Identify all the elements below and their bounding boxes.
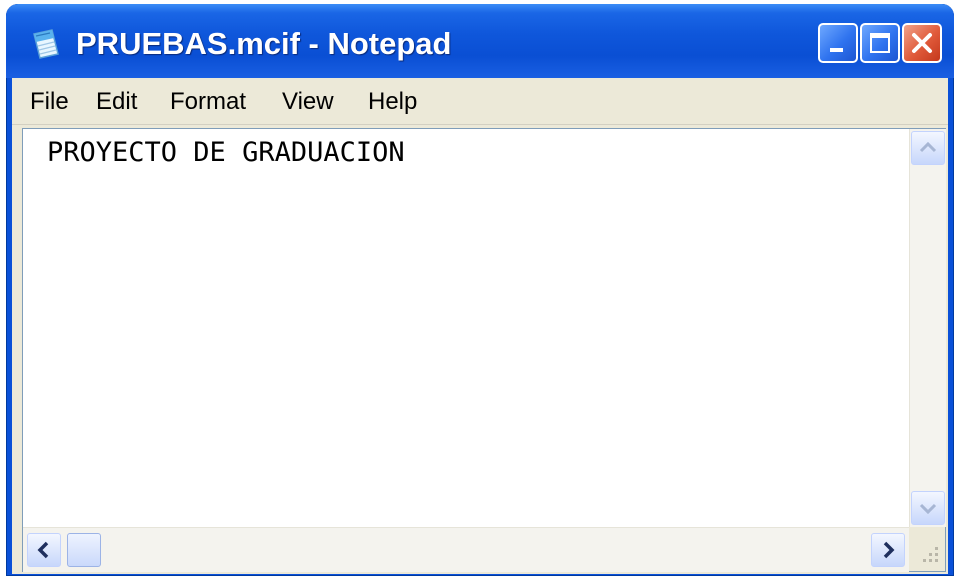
minimize-icon [830,48,843,52]
menu-format[interactable]: Format [170,87,246,117]
vertical-scrollbar[interactable] [909,129,946,527]
menu-bar: File Edit Format View Help [12,78,948,125]
close-button[interactable] [902,23,942,63]
resize-grip-icon [923,547,938,562]
scroll-left-button[interactable] [27,533,61,567]
menu-view[interactable]: View [282,87,334,117]
menu-edit[interactable]: Edit [96,87,137,117]
maximize-button[interactable] [860,23,900,63]
close-icon [912,33,932,53]
minimize-button[interactable] [818,23,858,63]
scroll-up-button[interactable] [911,131,945,165]
horizontal-scroll-thumb[interactable] [67,533,101,567]
document-text[interactable]: PROYECTO DE GRADUACION [47,135,405,171]
menu-file[interactable]: File [30,87,69,117]
chevron-down-icon [919,503,937,515]
title-bar[interactable]: PRUEBAS.mcif - Notepad [6,4,954,78]
text-editor[interactable]: PROYECTO DE GRADUACION [22,128,946,572]
client-area: File Edit Format View Help PROYECTO DE G… [12,78,948,574]
menu-help[interactable]: Help [368,87,417,117]
chevron-left-icon [37,541,49,559]
chevron-up-icon [919,141,937,153]
notepad-icon[interactable] [28,28,62,62]
scroll-right-button[interactable] [871,533,905,567]
horizontal-scrollbar[interactable] [23,527,909,572]
window-title: PRUEBAS.mcif - Notepad [76,26,452,61]
maximize-icon [870,33,890,53]
scroll-down-button[interactable] [911,491,945,525]
resize-grip[interactable] [909,527,945,571]
chevron-right-icon [883,541,895,559]
notepad-window: PRUEBAS.mcif - Notepad File Edit Format … [6,4,954,576]
